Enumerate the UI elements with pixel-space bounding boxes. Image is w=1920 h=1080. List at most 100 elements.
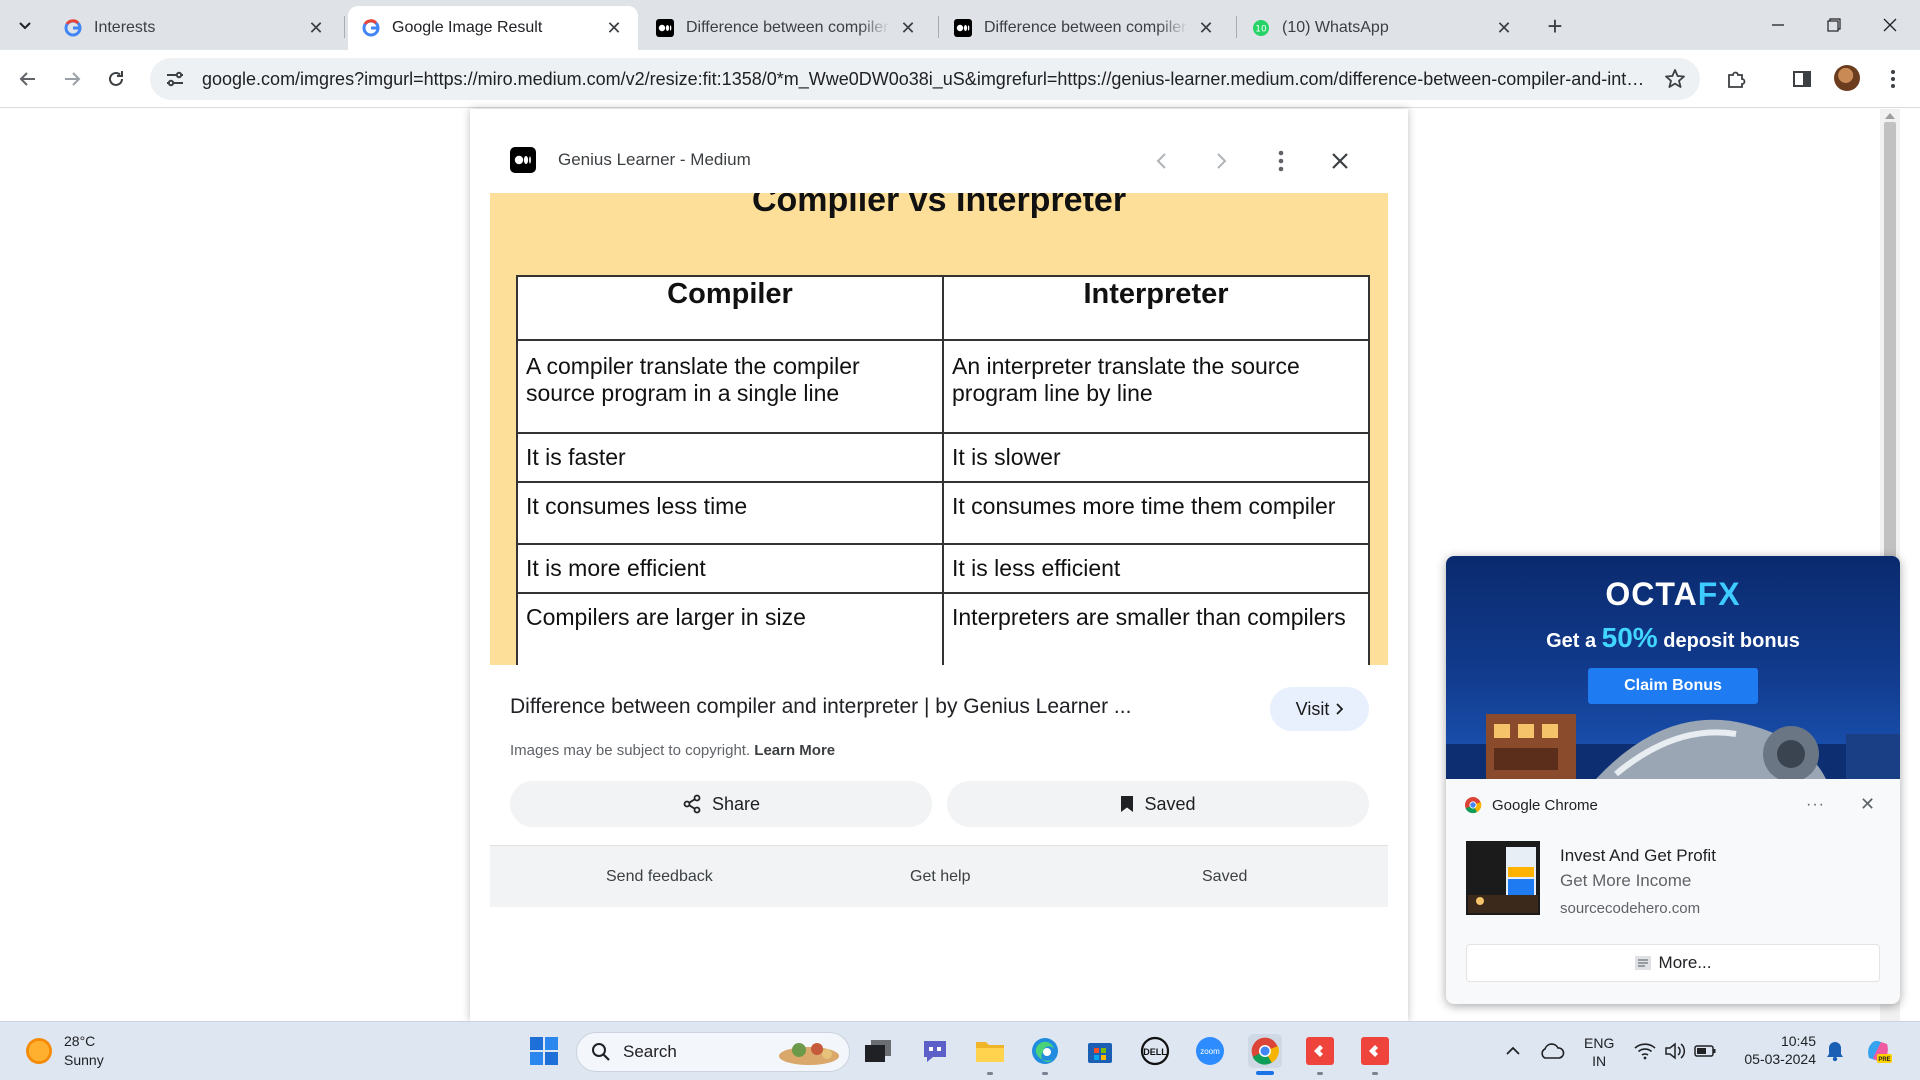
notifications-button[interactable] [1818, 1034, 1852, 1068]
weather-condition: Sunny [64, 1052, 104, 1068]
bookmark-star-icon[interactable] [1664, 68, 1686, 90]
tab-divider [938, 16, 939, 38]
share-button[interactable]: Share [510, 781, 932, 827]
close-window-button[interactable] [1862, 0, 1918, 50]
back-button[interactable] [10, 61, 46, 97]
edge-browser-button[interactable] [1028, 1034, 1062, 1068]
chevron-down-icon [19, 22, 31, 30]
side-panel-button[interactable] [1784, 61, 1820, 97]
task-view-icon [865, 1040, 891, 1062]
medium-icon [510, 147, 536, 173]
reload-icon [109, 71, 123, 86]
running-indicator [1042, 1072, 1048, 1075]
close-tab-icon[interactable]: ✕ [898, 18, 918, 38]
anydesk-button-1[interactable] [1303, 1034, 1337, 1068]
saved-button[interactable]: Saved [947, 781, 1369, 827]
close-icon [1332, 153, 1348, 169]
tab-difference-1[interactable]: Difference between compiler an ✕ [642, 6, 932, 50]
chrome-taskbar-button[interactable] [1248, 1034, 1282, 1068]
previous-image-button[interactable] [1146, 145, 1178, 177]
close-viewer-button[interactable] [1324, 145, 1356, 177]
notification-options-icon[interactable]: ··· [1806, 796, 1825, 814]
notification-more-button[interactable]: More... [1466, 944, 1880, 982]
close-tab-icon[interactable]: ✕ [306, 18, 326, 38]
anydesk-icon [1306, 1037, 1334, 1065]
svg-text:PRE: PRE [1878, 1057, 1890, 1063]
notification-app-row: Google Chrome [1464, 796, 1598, 814]
profile-avatar[interactable] [1834, 65, 1860, 91]
restore-button[interactable] [1806, 0, 1862, 50]
clock[interactable]: 10:45 05-03-2024 [1736, 1032, 1816, 1068]
learn-more-link[interactable]: Learn More [754, 742, 835, 759]
svg-text:DELL: DELL [1143, 1047, 1167, 1057]
chrome-menu-button[interactable] [1875, 61, 1911, 97]
whatsapp-icon: 10 [1252, 19, 1270, 37]
viewer-more-button[interactable] [1265, 145, 1297, 177]
teams-chat-button[interactable] [918, 1034, 952, 1068]
close-tab-icon[interactable]: ✕ [1196, 18, 1216, 38]
restore-icon [1827, 18, 1841, 32]
medium-icon [954, 19, 972, 37]
table-header: Compiler [516, 275, 944, 341]
show-hidden-icons-button[interactable] [1496, 1034, 1530, 1068]
viewer-footer: Send feedback Get help Saved [490, 845, 1388, 907]
minimize-button[interactable] [1750, 0, 1806, 50]
tab-google-image-result[interactable]: Google Image Result ✕ [348, 6, 638, 50]
zoom-button[interactable]: zoom [1193, 1034, 1227, 1068]
tab-whatsapp[interactable]: 10 (10) WhatsApp ✕ [1238, 6, 1528, 50]
network-volume-battery[interactable] [1630, 1034, 1720, 1068]
visit-button[interactable]: Visit [1270, 687, 1369, 731]
browser-toolbar: google.com/imgres?imgurl=https://miro.me… [0, 50, 1920, 108]
close-tab-icon[interactable]: ✕ [604, 18, 624, 38]
image-caption-link[interactable]: Difference between compiler and interpre… [510, 695, 1131, 719]
battery-icon [1694, 1045, 1716, 1057]
tab-interests[interactable]: Interests ✕ [50, 6, 340, 50]
weather-widget[interactable]: 28°C Sunny [26, 1032, 104, 1070]
viewer-header: Genius Learner - Medium [510, 145, 751, 175]
forward-button[interactable] [54, 61, 90, 97]
next-image-button[interactable] [1205, 145, 1237, 177]
cloud-icon [1541, 1043, 1565, 1059]
language-indicator[interactable]: ENG IN [1584, 1034, 1614, 1070]
copilot-button[interactable]: PRE [1861, 1034, 1895, 1068]
url-text[interactable]: google.com/imgres?imgurl=https://miro.me… [202, 69, 1652, 90]
address-bar[interactable]: google.com/imgres?imgurl=https://miro.me… [150, 58, 1700, 100]
tab-search-button[interactable] [10, 10, 40, 40]
footer-saved-link[interactable]: Saved [1202, 868, 1247, 886]
file-explorer-button[interactable] [973, 1034, 1007, 1068]
visit-label: Visit [1295, 698, 1330, 719]
new-tab-button[interactable]: + [1540, 11, 1570, 41]
reload-button[interactable] [98, 61, 134, 97]
store-button[interactable] [1083, 1034, 1117, 1068]
minimize-icon [1772, 24, 1784, 26]
task-view-button[interactable] [861, 1034, 895, 1068]
preview-image[interactable]: Compiler vs Interpreter Compiler Interpr… [490, 193, 1388, 665]
close-tab-icon[interactable]: ✕ [1494, 18, 1514, 38]
taskbar-search[interactable]: Search [576, 1032, 850, 1072]
scroll-up-arrow-icon[interactable] [1885, 112, 1895, 120]
start-button[interactable] [527, 1034, 561, 1068]
dell-app-button[interactable]: DELL [1138, 1034, 1172, 1068]
get-help-link[interactable]: Get help [910, 868, 970, 886]
more-vert-icon [1278, 150, 1284, 172]
site-settings-icon[interactable] [164, 68, 186, 90]
octafx-ad-banner[interactable]: OCTAFX Get a 50% deposit bonus Claim Bon… [1446, 556, 1900, 779]
claim-bonus-button[interactable]: Claim Bonus [1588, 668, 1758, 704]
table-cell: It consumes less time [516, 481, 944, 545]
notification-close-icon[interactable]: ✕ [1860, 794, 1875, 815]
copyright-notice: Images may be subject to copyright. Lear… [510, 742, 835, 759]
zoom-icon: zoom [1196, 1037, 1224, 1065]
wifi-icon [1634, 1043, 1656, 1060]
anydesk-button-2[interactable] [1358, 1034, 1392, 1068]
ad-tagline: Get a 50% deposit bonus [1546, 622, 1800, 653]
source-site-name[interactable]: Genius Learner - Medium [558, 150, 751, 170]
onedrive-button[interactable] [1535, 1034, 1569, 1068]
table-cell: It is less efficient [942, 543, 1370, 594]
dell-logo-icon: DELL [1140, 1036, 1170, 1066]
table-row: It is faster It is slower [516, 432, 1370, 483]
tab-difference-2[interactable]: Difference between compiler an ✕ [940, 6, 1230, 50]
extensions-button[interactable] [1718, 61, 1754, 97]
chrome-notification[interactable]: OCTAFX Get a 50% deposit bonus Claim Bon… [1446, 556, 1900, 1004]
send-feedback-link[interactable]: Send feedback [606, 868, 713, 886]
table-cell: An interpreter translate the source prog… [942, 339, 1370, 434]
